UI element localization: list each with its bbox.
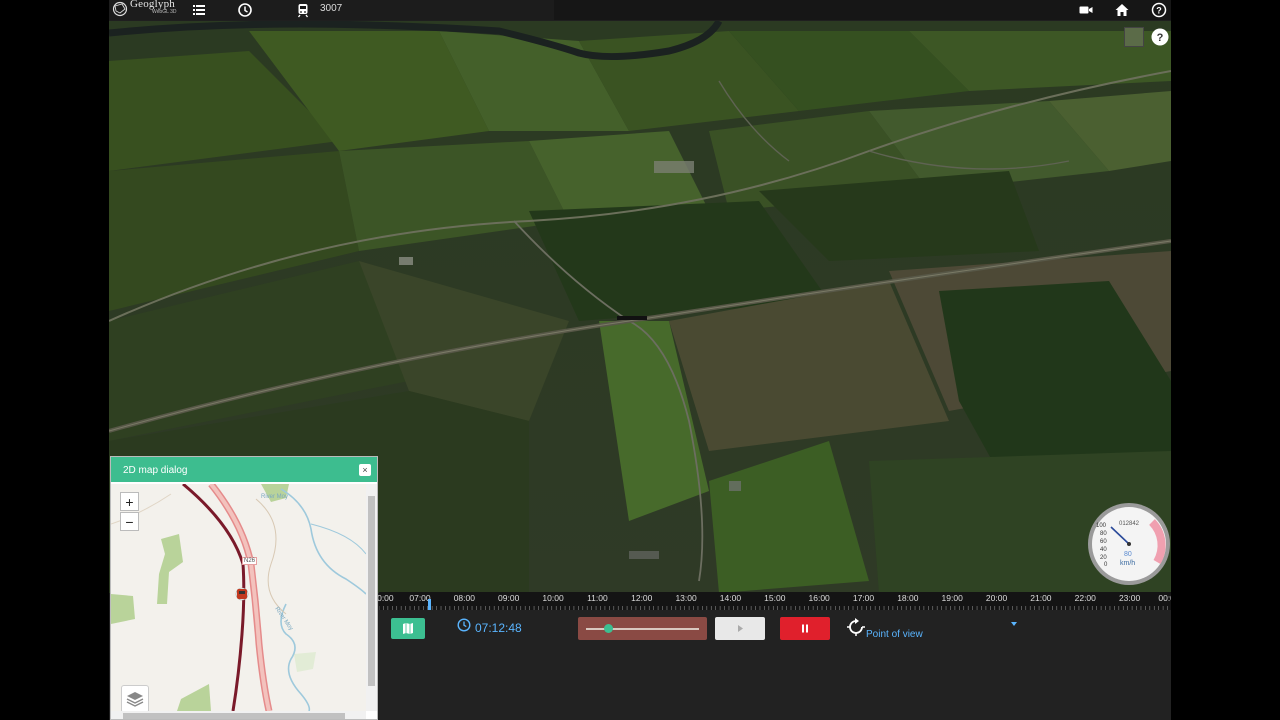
layers-button[interactable]: [121, 685, 149, 711]
road-label-n26: N26: [242, 557, 258, 565]
timeline-hour-label: 16:00: [808, 593, 830, 603]
logo-subtext: WebGL 3D: [152, 9, 177, 15]
zoom-in-button[interactable]: +: [120, 492, 139, 511]
point-of-view-label[interactable]: Point of view: [866, 629, 923, 640]
horizontal-scrollbar[interactable]: [111, 711, 366, 719]
odometer: 012842: [1119, 521, 1140, 527]
scrollbar-thumb[interactable]: [123, 713, 345, 719]
zoom-out-button[interactable]: −: [120, 512, 139, 531]
top-toolbar: Geoglyph WebGL 3D 3007 ?: [109, 0, 1171, 20]
timeline-hour-label: 08:00: [453, 593, 475, 603]
river-label: River Moy: [261, 494, 289, 500]
train-icon[interactable]: [295, 2, 311, 18]
point-of-view-icon[interactable]: [846, 617, 866, 637]
geoglyph-logo: Geoglyph WebGL 3D: [112, 0, 187, 20]
map-thumbnail-button[interactable]: [1124, 27, 1144, 47]
map-icon: [403, 623, 413, 634]
home-icon[interactable]: [1114, 2, 1130, 18]
scene-help-icon[interactable]: ?: [1151, 28, 1169, 46]
playback-controls: 07:12:48 Point of view: [379, 610, 1171, 720]
camera-icon[interactable]: [1078, 2, 1094, 18]
dialog-title: 2D map dialog: [123, 465, 188, 476]
speed-scale-0: 0: [1104, 562, 1108, 568]
svg-text:?: ?: [1157, 32, 1164, 44]
timeline-hour-label: 20:00: [985, 593, 1008, 603]
menu-icon[interactable]: [191, 2, 207, 18]
speed-scale-40: 40: [1100, 547, 1107, 553]
play-icon: [738, 625, 743, 632]
train-number: 3007: [320, 3, 343, 14]
speed-scale-20: 20: [1100, 555, 1107, 561]
timeline-hour-label: 00:00: [1158, 593, 1171, 603]
train-model: [617, 316, 647, 320]
layers-icon: [126, 692, 144, 707]
dialog-header[interactable]: 2D map dialog ×: [111, 457, 377, 482]
speed-scale-100: 100: [1096, 523, 1107, 529]
current-time: 07:12:48: [475, 621, 522, 635]
timeline-hour-label: 22:00: [1074, 593, 1096, 603]
timeline-hour-label: 09:00: [498, 593, 520, 603]
timeline-hour-label: 17:00: [852, 593, 875, 603]
pause-button[interactable]: [780, 617, 830, 640]
speedometer: 100 80 60 40 20 0 012842 80 km/h: [1087, 502, 1171, 586]
close-button[interactable]: ×: [359, 464, 371, 476]
svg-text:?: ?: [1156, 6, 1162, 16]
play-button[interactable]: [715, 617, 765, 640]
timeline-hour-label: 13:00: [675, 593, 697, 603]
speed-slider[interactable]: [578, 617, 707, 640]
2d-map[interactable]: N26 River Moy River Moy + −: [111, 484, 366, 711]
time-clock-icon: [457, 618, 471, 632]
clock-icon[interactable]: [237, 2, 253, 18]
timeline-cursor[interactable]: [428, 599, 431, 610]
map-dialog-button[interactable]: [391, 618, 425, 639]
speed-value: 80: [1124, 551, 1132, 558]
timeline-hour-label: 23:00: [1118, 593, 1141, 603]
vertical-scrollbar[interactable]: [366, 484, 377, 711]
timeline[interactable]: 00:00 07:00 08:00 09:00 10:00 11:00 12:00 13:00…: [372, 592, 1171, 610]
pause-icon: [802, 624, 808, 633]
help-icon[interactable]: ?: [1151, 2, 1167, 18]
chevron-down-icon[interactable]: [1011, 622, 1017, 626]
speed-unit: km/h: [1120, 560, 1136, 567]
timeline-hour-label: 12:00: [631, 593, 653, 603]
timeline-hour-label: 11:00: [587, 593, 608, 603]
slider-track: [586, 628, 699, 630]
timeline-hour-label: 15:00: [764, 593, 786, 603]
scrollbar-thumb[interactable]: [368, 496, 375, 686]
2d-map-canvas: [111, 484, 366, 711]
timeline-hour-label: 21:00: [1030, 593, 1052, 603]
globe-icon: [112, 1, 128, 17]
map-dialog[interactable]: 2D map dialog × N26 River Moy River Moy …: [110, 456, 378, 720]
timeline-hour-label: 10:00: [542, 593, 564, 603]
timeline-hour-label: 19:00: [941, 593, 963, 603]
timeline-hour-label: 14:00: [719, 593, 742, 603]
speed-scale-80: 80: [1100, 531, 1107, 537]
speed-scale-60: 60: [1100, 539, 1107, 545]
timeline-hour-label: 18:00: [897, 593, 919, 603]
slider-thumb[interactable]: [604, 624, 614, 633]
